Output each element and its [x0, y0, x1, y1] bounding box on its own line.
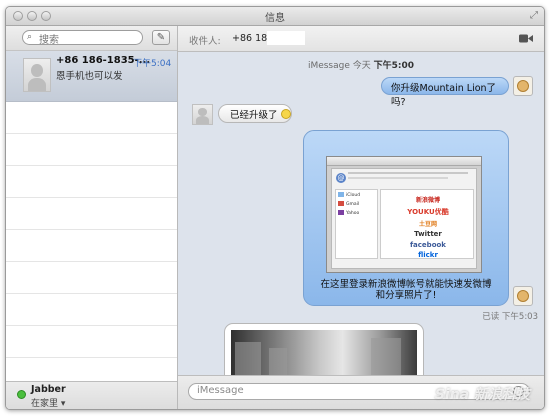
chat-pane: 收件人: +86 186-1 iMessage 今天 下午5:00 你升级Mou…	[178, 26, 544, 409]
attached-screenshot[interactable]: @ iCloud Gmail Yahoo 新浪微博 YOUKU优酷 土豆网 Tw…	[326, 156, 482, 273]
account-name: Jabber	[31, 384, 66, 395]
message-bubble-received[interactable]: 已经升级了	[218, 104, 292, 123]
service-youku: YOUKU优酷	[407, 208, 449, 216]
search-field[interactable]: ⌕ 搜索	[22, 30, 143, 46]
compose-button[interactable]: ✎	[152, 30, 170, 45]
empty-conversation-rows	[6, 102, 177, 381]
accounts-list: iCloud Gmail Yahoo	[335, 189, 378, 259]
my-avatar	[513, 76, 533, 96]
timestamp-service: iMessage	[307, 61, 350, 71]
contact-avatar	[23, 58, 51, 92]
status-available-dot	[17, 390, 26, 399]
video-call-icon[interactable]	[519, 34, 533, 43]
compose-bar: iMessage Sina 新浪科技	[178, 375, 544, 409]
message-text: 你升级Mountain Lion了吗?	[391, 83, 497, 108]
my-avatar	[513, 286, 533, 306]
message-bubble-sent[interactable]: 你升级Mountain Lion了吗?	[381, 77, 509, 108]
search-placeholder: 搜索	[39, 35, 59, 46]
status-location-menu[interactable]: 在家里 ▾	[31, 396, 65, 409]
sidebar-toolbar: ⌕ 搜索 ✎	[6, 26, 177, 51]
conversation-item[interactable]: +86 186-1835-... 下午5:04 恩手机也可以发	[6, 51, 177, 102]
search-icon: ⌕	[27, 32, 33, 42]
compose-icon: ✎	[156, 32, 166, 43]
service-weibo: 新浪微博	[415, 197, 440, 204]
account-gmail: Gmail	[346, 202, 360, 207]
window-title: 信息	[265, 13, 285, 24]
status-bar: Jabber 在家里 ▾	[6, 381, 177, 409]
conversation-time: 下午5:04	[133, 59, 172, 69]
service-tudou: 土豆网	[418, 221, 437, 228]
messages-window: 信息 ⤢ ⌕ 搜索 ✎ +86 186-1835-... 下午5:04 恩手机也…	[5, 6, 545, 410]
account-icloud: iCloud	[346, 193, 361, 198]
message-input-placeholder: iMessage	[197, 385, 244, 396]
services-pane: 新浪微博 YOUKU优酷 土豆网 Twitter facebook flickr	[380, 189, 474, 259]
photo-message[interactable]	[224, 323, 424, 379]
account-yahoo: Yahoo	[346, 211, 360, 216]
service-flickr: flickr	[418, 251, 438, 259]
conversation-preview: 恩手机也可以发	[56, 71, 123, 82]
watermark-logo: Sina 新浪科技	[434, 387, 530, 403]
fullscreen-icon[interactable]: ⤢	[530, 10, 538, 21]
timestamp-day: 今天	[352, 61, 371, 71]
conversation-sidebar: ⌕ 搜索 ✎ +86 186-1835-... 下午5:04 恩手机也可以发 J…	[6, 26, 178, 409]
recipient-bar: 收件人: +86 186-1	[178, 26, 544, 52]
read-receipt: 已读 下午5:03	[482, 312, 538, 322]
conversation-timestamp: iMessage 今天 下午5:00	[178, 58, 544, 71]
timestamp-time: 下午5:00	[373, 61, 415, 71]
recipient-label: 收件人:	[189, 36, 221, 47]
at-sign-icon: @	[336, 173, 346, 183]
service-twitter: Twitter	[414, 230, 442, 238]
recipient-redaction	[267, 31, 305, 45]
service-facebook: facebook	[410, 241, 446, 249]
title-bar: 信息 ⤢	[6, 7, 544, 26]
image-caption: 在这里登录新浪微博帐号就能快速发微博和分享照片了!	[320, 279, 492, 301]
street-photo	[231, 330, 417, 378]
contact-avatar-small	[192, 104, 213, 125]
smiley-emoji-icon	[280, 109, 291, 119]
message-text: 已经升级了	[230, 110, 278, 121]
